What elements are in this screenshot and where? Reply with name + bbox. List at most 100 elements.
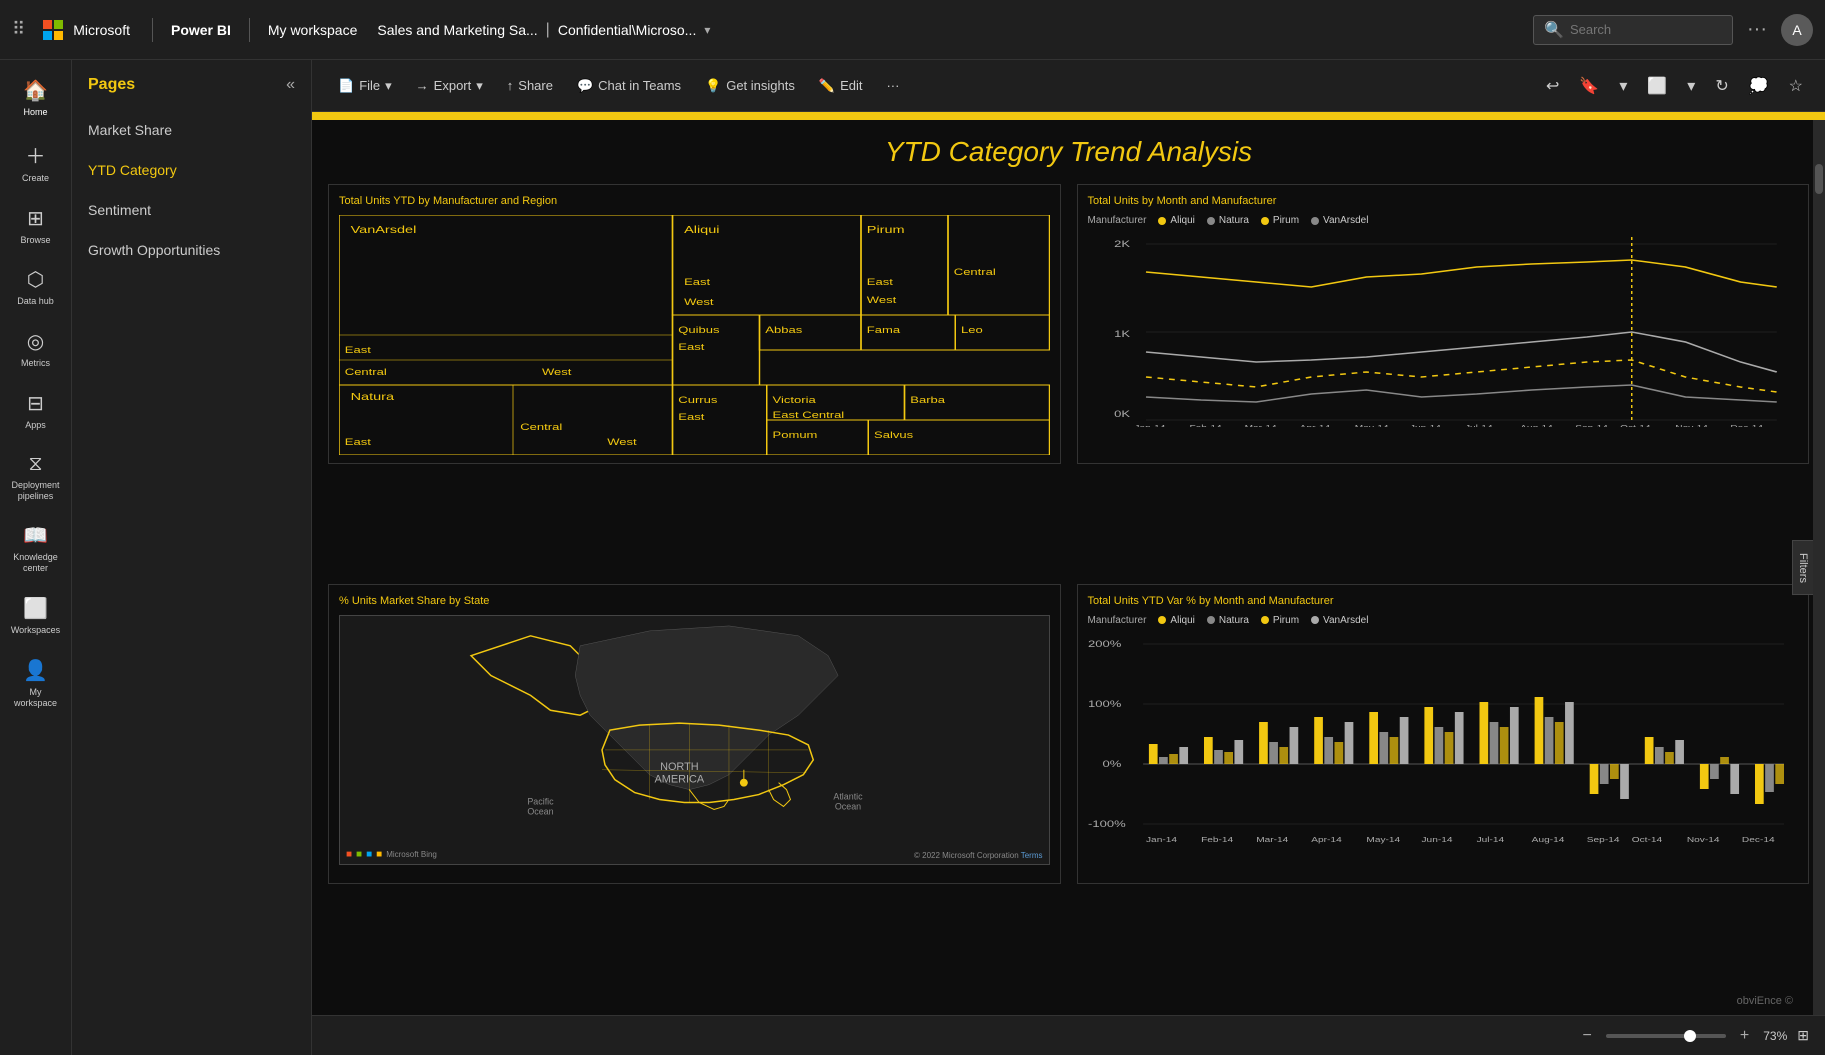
- top-bar-right: 🔍 ··· A: [1533, 14, 1813, 46]
- chat-in-teams-button[interactable]: 💬 Chat in Teams: [567, 72, 691, 100]
- content-area: 📄 File ▾ → Export ▾ ↑ Share 💬 Chat in Te…: [312, 60, 1825, 1055]
- confidential-chevron[interactable]: ▾: [704, 23, 710, 37]
- bar-chart-svg: 200% 100% 0% -100%: [1088, 632, 1799, 852]
- sidebar-item-datahub[interactable]: ⬡ Data hub: [0, 257, 71, 317]
- search-box[interactable]: 🔍: [1533, 15, 1733, 45]
- page-ytd-category[interactable]: YTD Category: [72, 150, 311, 190]
- sidebar-item-apps[interactable]: ⊟ Apps: [0, 381, 71, 441]
- toolbar-ellipsis-button[interactable]: ···: [876, 72, 909, 99]
- get-insights-button[interactable]: 💡 Get insights: [695, 72, 805, 100]
- canvas-stripe: [312, 112, 1825, 120]
- comment-button[interactable]: 💭: [1743, 72, 1775, 100]
- report-name[interactable]: Sales and Marketing Sa...: [377, 22, 537, 38]
- microsoft-label: Microsoft: [73, 22, 130, 38]
- svg-text:West: West: [867, 296, 897, 306]
- bookmark-chevron[interactable]: ▾: [1613, 72, 1633, 100]
- svg-text:Jun-14: Jun-14: [1409, 424, 1440, 427]
- legend-pirum-dot: [1261, 217, 1269, 225]
- user-avatar[interactable]: A: [1781, 14, 1813, 46]
- svg-text:Aug-14: Aug-14: [1531, 835, 1564, 843]
- svg-text:Oct-14: Oct-14: [1631, 835, 1662, 843]
- edit-button[interactable]: ✏️ Edit: [809, 72, 873, 100]
- svg-text:Central: Central: [520, 423, 562, 433]
- refresh-button[interactable]: ↻: [1709, 72, 1734, 100]
- svg-text:Ocean: Ocean: [835, 801, 861, 811]
- zoom-plus-button[interactable]: +: [1734, 1023, 1755, 1049]
- metrics-icon: ◎: [27, 329, 44, 354]
- svg-text:Pirum: Pirum: [867, 224, 905, 235]
- file-button[interactable]: 📄 File ▾: [328, 72, 402, 100]
- barchart-title: Total Units YTD Var % by Month and Manuf…: [1088, 595, 1799, 607]
- grid-icon[interactable]: ⠿: [12, 19, 25, 40]
- share-label: Share: [518, 78, 553, 93]
- canvas-scrollbar[interactable]: [1813, 120, 1825, 1015]
- browse-icon: ⊞: [27, 206, 44, 231]
- sidebar-item-metrics[interactable]: ◎ Metrics: [0, 319, 71, 379]
- view-chevron[interactable]: ▾: [1681, 72, 1701, 100]
- sidebar-item-browse[interactable]: ⊞ Browse: [0, 196, 71, 256]
- powerbi-label: Power BI: [171, 22, 231, 38]
- canvas-title: YTD Category Trend Analysis: [328, 136, 1809, 168]
- svg-text:West: West: [542, 368, 572, 378]
- file-icon: 📄: [338, 78, 354, 94]
- svg-text:Jan-14: Jan-14: [1134, 424, 1165, 427]
- svg-text:Natura: Natura: [351, 391, 395, 402]
- linechart-panel[interactable]: Total Units by Month and Manufacturer Ma…: [1077, 184, 1810, 464]
- zoom-slider-thumb[interactable]: [1684, 1030, 1696, 1042]
- page-market-share[interactable]: Market Share: [72, 110, 311, 150]
- search-icon: 🔍: [1544, 20, 1564, 40]
- bar-legend-pirum-dot: [1261, 616, 1269, 624]
- svg-text:West: West: [607, 438, 637, 448]
- sidebar-item-myworkspace[interactable]: 👤 My workspace: [0, 648, 71, 719]
- svg-text:AMERICA: AMERICA: [655, 773, 705, 785]
- sidebar-item-deployment[interactable]: ⧖ Deployment pipelines: [0, 443, 71, 512]
- page-growth[interactable]: Growth Opportunities: [72, 230, 311, 270]
- sidebar-item-home[interactable]: 🏠 Home: [0, 68, 71, 128]
- myworkspace-icon: 👤: [23, 658, 48, 683]
- report-canvas: YTD Category Trend Analysis Total Units …: [312, 112, 1825, 1015]
- legend-vanarsdel: VanArsdel: [1311, 215, 1368, 226]
- zoom-slider[interactable]: [1606, 1034, 1726, 1038]
- legend-natura-label: Natura: [1219, 215, 1249, 226]
- share-button[interactable]: ↑ Share: [497, 72, 563, 99]
- zoom-minus-button[interactable]: −: [1577, 1023, 1598, 1049]
- svg-text:200%: 200%: [1088, 639, 1121, 649]
- topbar-ellipsis-button[interactable]: ···: [1743, 14, 1771, 45]
- filters-tab[interactable]: Filters: [1792, 540, 1813, 596]
- sidebar-item-workspaces[interactable]: ⬜ Workspaces: [0, 586, 71, 646]
- icon-sidebar: 🏠 Home ＋ Create ⊞ Browse ⬡ Data hub ◎ Me…: [0, 60, 72, 1055]
- deployment-icon: ⧖: [28, 453, 42, 476]
- view-button[interactable]: ⬜: [1641, 72, 1673, 100]
- svg-text:Dec-14: Dec-14: [1730, 424, 1763, 427]
- legend-pirum-label: Pirum: [1273, 215, 1299, 226]
- sidebar-label-create: Create: [22, 173, 49, 184]
- svg-text:0K: 0K: [1114, 410, 1131, 420]
- fit-to-page-icon[interactable]: ⊞: [1797, 1027, 1809, 1044]
- knowledge-icon: 📖: [23, 523, 48, 548]
- page-sentiment-label: Sentiment: [88, 202, 151, 218]
- insights-label: Get insights: [726, 78, 795, 93]
- page-ytd-label: YTD Category: [88, 162, 177, 178]
- favorite-button[interactable]: ☆: [1783, 72, 1809, 100]
- map-svg: NORTH AMERICA Pacific Ocean Atlantic Oce…: [340, 616, 1049, 864]
- svg-text:Abbas: Abbas: [765, 326, 802, 336]
- sidebar-item-create[interactable]: ＋ Create: [0, 130, 71, 194]
- insights-icon: 💡: [705, 78, 721, 94]
- collapse-button[interactable]: «: [286, 76, 295, 94]
- bar-legend-manufacturer: Manufacturer: [1088, 615, 1147, 626]
- search-input[interactable]: [1570, 22, 1722, 37]
- barchart-panel[interactable]: Total Units YTD Var % by Month and Manuf…: [1077, 584, 1810, 884]
- map-panel[interactable]: % Units Market Share by State: [328, 584, 1061, 884]
- confidential-label[interactable]: Confidential\Microso...: [558, 22, 697, 38]
- bookmark-button[interactable]: 🔖: [1573, 72, 1605, 100]
- map-area[interactable]: NORTH AMERICA Pacific Ocean Atlantic Oce…: [339, 615, 1050, 865]
- export-button[interactable]: → Export ▾: [406, 72, 493, 100]
- scrollbar-thumb[interactable]: [1815, 164, 1823, 194]
- svg-text:East: East: [345, 438, 372, 448]
- treemap-panel[interactable]: Total Units YTD by Manufacturer and Regi…: [328, 184, 1061, 464]
- page-sentiment[interactable]: Sentiment: [72, 190, 311, 230]
- sidebar-item-knowledge[interactable]: 📖 Knowledge center: [0, 513, 71, 584]
- bar-legend-natura: Natura: [1207, 615, 1249, 626]
- undo-button[interactable]: ↩: [1540, 72, 1565, 100]
- workspace-label[interactable]: My workspace: [268, 22, 357, 38]
